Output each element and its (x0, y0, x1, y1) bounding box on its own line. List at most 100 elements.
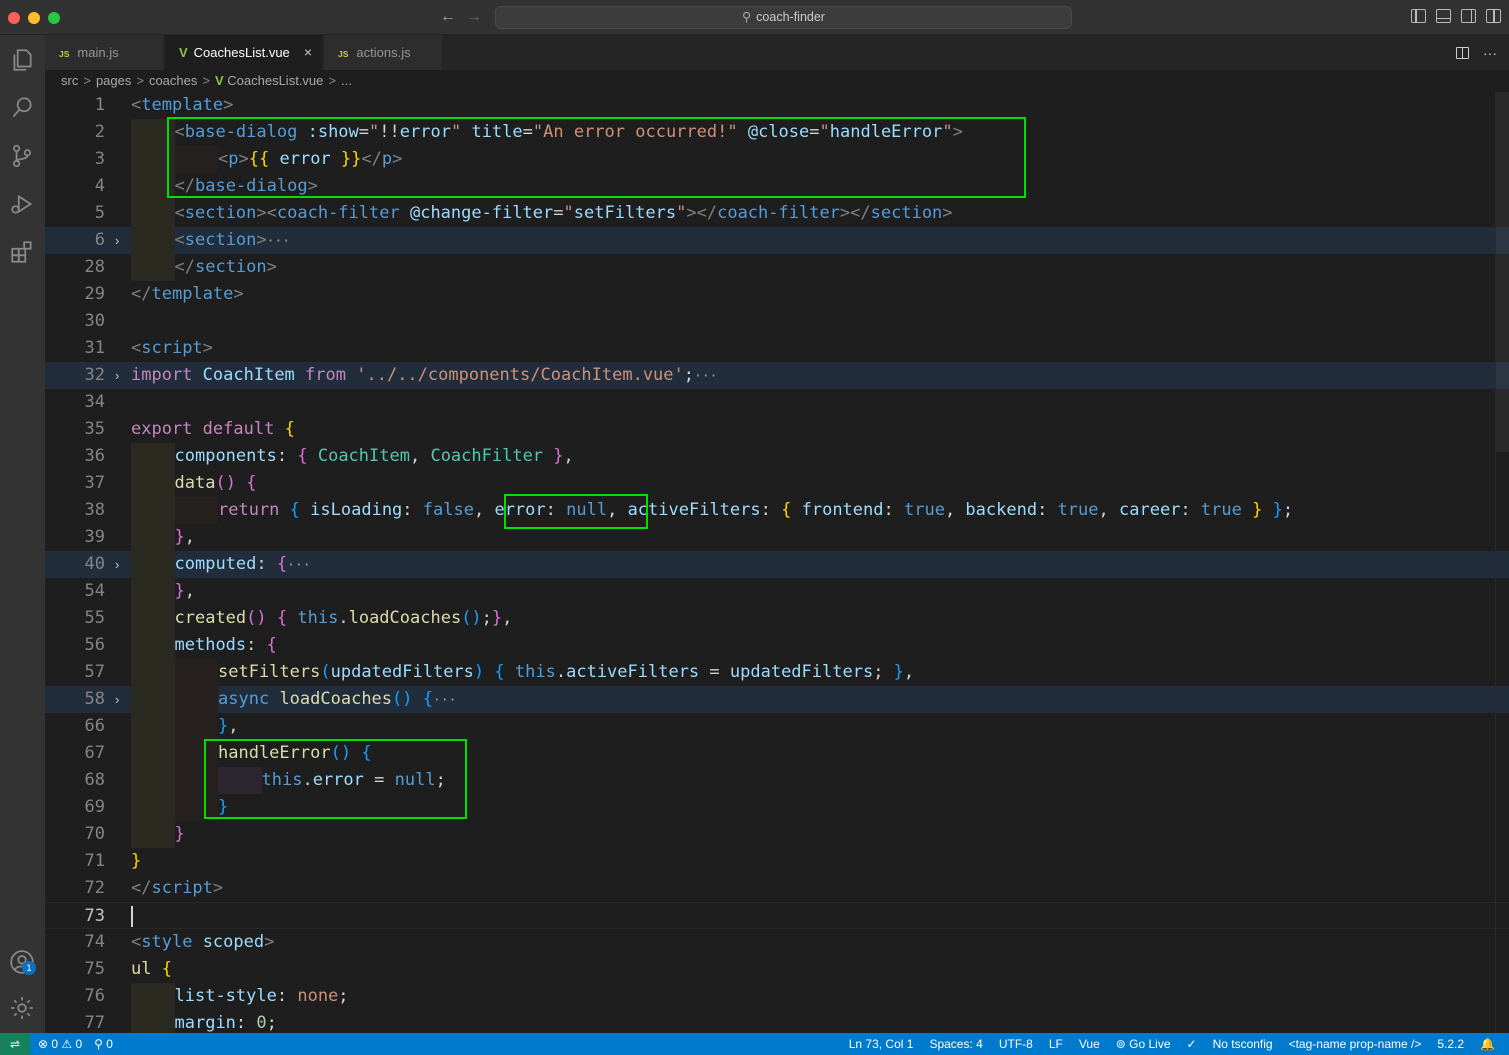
code-line: 36 components: { CoachItem, CoachFilter }… (45, 443, 1509, 470)
settings-gear-icon[interactable] (9, 995, 35, 1021)
search-icon[interactable] (9, 95, 35, 121)
highlight-box-base-dialog (167, 117, 1026, 198)
code-line: 76 list-style: none; (45, 983, 1509, 1010)
js-file-icon: JS (59, 49, 70, 59)
code-line-folded: 32 › import CoachItem from '../../componen… (45, 362, 1509, 389)
broadcast-icon: ⊚ (1115, 1037, 1130, 1051)
prettier-icon[interactable]: ✓ (1187, 1033, 1197, 1055)
code-line: 39}, (45, 524, 1509, 551)
code-line: 37 data() { (45, 470, 1509, 497)
breadcrumb-separator: > (83, 73, 91, 88)
code-editor[interactable]: 1 <template> 2 <base-dialog :show="!!error… (45, 92, 1509, 1033)
fold-chevron-icon[interactable]: › (115, 551, 119, 578)
minimize-window-button[interactable] (28, 12, 40, 24)
text-cursor (131, 906, 133, 927)
customize-layout-icon[interactable] (1486, 9, 1501, 23)
code-line: 5 <section><coach-filter @change-filter="… (45, 200, 1509, 227)
js-file-icon: JS (338, 49, 349, 59)
indentation[interactable]: Spaces: 4 (929, 1033, 982, 1055)
problems-indicator[interactable]: ⊗ 0 ⚠ 0 (38, 1033, 82, 1055)
vue-file-icon: V (179, 45, 188, 60)
remote-indicator-icon[interactable]: ⇌ (0, 1033, 30, 1055)
activity-bar (0, 35, 45, 1033)
highlight-box-error-null (504, 494, 648, 529)
title-bar: ← → ⚲ coach-finder (0, 0, 1509, 35)
split-editor-icon[interactable] (1456, 46, 1469, 59)
close-window-button[interactable] (8, 12, 20, 24)
code-line: 75 ul { (84, 959, 172, 979)
breadcrumb-item[interactable]: pages (96, 70, 131, 92)
window-title: coach-finder (756, 10, 825, 24)
encoding[interactable]: UTF-8 (999, 1033, 1033, 1055)
tab-label: main.js (77, 45, 119, 60)
fold-chevron-icon[interactable]: › (115, 686, 119, 713)
code-line: 1 <template> (94, 95, 234, 115)
code-line: 66}, (45, 713, 1509, 740)
go-live-button[interactable]: ⊚ Go Live (1116, 1033, 1171, 1055)
tab-coacheslist-vue[interactable]: V CoachesList.vue × (165, 35, 323, 70)
breadcrumb-separator: > (136, 73, 144, 88)
typescript-version[interactable]: 5.2.2 (1437, 1033, 1464, 1055)
tag-name-mode[interactable]: <tag-name prop-name /> (1289, 1033, 1422, 1055)
notifications-bell-icon[interactable]: 🔔 (1480, 1033, 1495, 1055)
editor-tab-bar: JS main.js V CoachesList.vue × JS actions.j… (45, 35, 1509, 70)
code-line: 55 created() { this.loadCoaches();}, (45, 605, 1509, 632)
command-center-search[interactable]: ⚲ coach-finder (495, 6, 1072, 29)
code-line: 31 <script> (84, 338, 213, 358)
search-icon: ⚲ (742, 10, 752, 24)
code-line: 34 (84, 392, 105, 412)
layout-controls (1411, 9, 1501, 23)
highlight-box-handle-error (204, 739, 467, 819)
breadcrumb-item[interactable]: V CoachesList.vue (215, 70, 323, 92)
explorer-icon[interactable] (9, 47, 35, 73)
code-line: 72 </script> (84, 878, 224, 898)
account-badge: 1 (22, 961, 36, 975)
toggle-panel-icon[interactable] (1436, 9, 1451, 23)
code-line-folded: 40 › computed: {··· (45, 551, 1509, 578)
source-control-icon[interactable] (9, 143, 35, 169)
breadcrumb-item[interactable]: src (61, 70, 78, 92)
status-bar: ⇌ ⊗ 0 ⚠ 0 ⚲ 0 Ln 73, Col 1 Spaces: 4 UTF… (0, 1033, 1509, 1055)
code-line: 70} (45, 821, 1509, 848)
code-line: 30 (84, 311, 105, 331)
breadcrumb-separator: > (328, 73, 336, 88)
code-line: 77 margin: 0; (45, 1010, 1509, 1033)
tab-label: actions.js (356, 45, 411, 60)
go-forward-icon[interactable]: → (466, 8, 482, 26)
fold-chevron-icon[interactable]: › (115, 362, 119, 389)
editor-scrollbar[interactable] (1495, 92, 1509, 1033)
editor-actions: ··· (1456, 35, 1497, 70)
end-of-line[interactable]: LF (1049, 1033, 1063, 1055)
fold-chevron-icon[interactable]: › (115, 227, 119, 254)
code-line: 74 <style scoped> (84, 932, 275, 952)
breadcrumb-item[interactable]: ... (341, 70, 352, 92)
code-line: 71} (84, 851, 142, 871)
language-mode[interactable]: Vue (1079, 1033, 1100, 1055)
tsconfig-status[interactable]: No tsconfig (1213, 1033, 1273, 1055)
more-actions-icon[interactable]: ··· (1483, 45, 1497, 61)
breadcrumb-item[interactable]: coaches (149, 70, 197, 92)
go-back-icon[interactable]: ← (440, 8, 456, 26)
breadcrumb: src > pages > coaches > V CoachesList.vue > … (45, 70, 1509, 92)
toggle-secondary-sidebar-icon[interactable] (1461, 9, 1476, 23)
tab-label: CoachesList.vue (193, 45, 290, 60)
ports-indicator[interactable]: ⚲ 0 (94, 1033, 113, 1055)
code-line: 38 return { isLoading: false, error: null… (45, 497, 1509, 524)
code-line-folded: 6 › <section>··· (45, 227, 1509, 254)
code-line: 29 </template> (84, 284, 244, 304)
maximize-window-button[interactable] (48, 12, 60, 24)
code-line: 56 methods: { (45, 632, 1509, 659)
code-line: 57 setFilters(updatedFilters) { this.acti… (45, 659, 1509, 686)
code-line: 28 </section> (45, 254, 1509, 281)
vue-file-icon: V (214, 73, 224, 88)
cursor-position[interactable]: Ln 73, Col 1 (849, 1033, 914, 1055)
extensions-icon[interactable] (9, 239, 35, 265)
code-line-folded: 58 › async loadCoaches() {··· (45, 686, 1509, 713)
tab-actions-js[interactable]: JS actions.js (324, 35, 443, 70)
close-tab-icon[interactable]: × (304, 35, 312, 70)
breadcrumb-separator: > (202, 73, 210, 88)
code-line: 54}, (45, 578, 1509, 605)
run-debug-icon[interactable] (9, 191, 35, 217)
tab-main-js[interactable]: JS main.js (45, 35, 164, 70)
toggle-primary-sidebar-icon[interactable] (1411, 9, 1426, 23)
